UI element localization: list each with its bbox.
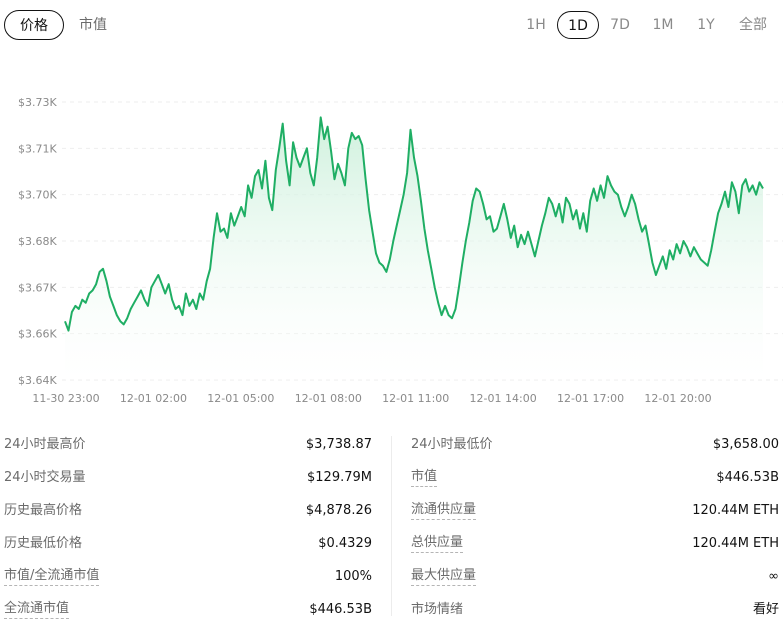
x-tick-label: 12-01 08:00 xyxy=(295,392,362,405)
range-1m[interactable]: 1M xyxy=(646,11,680,39)
stat-row-right: 最大供应量 ∞ xyxy=(411,567,779,587)
tab-price[interactable]: 价格 xyxy=(4,10,64,40)
stat-value: 100% xyxy=(334,569,372,584)
price-chart[interactable]: $3.64K $3.66K $3.67K $3.68K $3.70K $3.71K $3.7… xyxy=(0,80,783,420)
range-1h[interactable]: 1H xyxy=(520,11,552,39)
stat-label: 市场情绪 xyxy=(411,602,464,617)
stat-value: $3,738.87 xyxy=(305,437,372,452)
range-1d[interactable]: 1D xyxy=(557,11,599,39)
stat-label: 历史最高价格 xyxy=(4,503,83,518)
y-tick-label: $3.66K xyxy=(18,328,57,341)
stat-label[interactable]: 全流通市值 xyxy=(4,600,70,619)
stat-value: 120.44M ETH xyxy=(692,503,779,518)
stat-value: $446.53B xyxy=(309,602,372,617)
y-tick-label: $3.64K xyxy=(18,374,57,387)
y-tick-label: $3.71K xyxy=(18,142,57,155)
stat-value: 看好 xyxy=(752,602,779,617)
stat-row-left: 历史最低价格 $0.4329 xyxy=(4,534,372,554)
stat-label[interactable]: 最大供应量 xyxy=(411,567,477,586)
stat-value: 120.44M ETH xyxy=(692,536,779,551)
chart-header: 价格 市值 1H 1D 7D 1M 1Y 全部 xyxy=(0,0,783,52)
stat-value: $3,658.00 xyxy=(712,437,779,452)
stat-row-left: 历史最高价格 $4,878.26 xyxy=(4,501,372,521)
stat-row-left: 全流通市值 $446.53B xyxy=(4,600,372,620)
stat-value: $129.79M xyxy=(307,470,372,485)
y-tick-label: $3.67K xyxy=(18,281,57,294)
x-tick-label: 12-01 20:00 xyxy=(644,392,711,405)
y-tick-label: $3.70K xyxy=(18,189,57,202)
stat-row-left: 市值/全流通市值 100% xyxy=(4,567,372,587)
stat-row-right: 市值 $446.53B xyxy=(411,468,779,488)
y-tick-label: $3.73K xyxy=(18,96,57,109)
stats-divider xyxy=(391,436,392,616)
x-tick-label: 12-01 11:00 xyxy=(382,392,449,405)
x-tick-label: 11-30 23:00 xyxy=(32,392,99,405)
stat-label[interactable]: 市值/全流通市值 xyxy=(4,567,100,586)
range-7d[interactable]: 7D xyxy=(604,11,636,39)
stat-row-right: 流通供应量 120.44M ETH xyxy=(411,501,779,521)
stat-value: $446.53B xyxy=(716,470,779,485)
tab-market-cap[interactable]: 市值 xyxy=(70,10,116,40)
stat-label: 24小时最低价 xyxy=(411,437,493,452)
stat-value: $4,878.26 xyxy=(305,503,372,518)
stat-row-right: 市场情绪 看好 xyxy=(411,600,779,620)
stat-row-right: 24小时最低价 $3,658.00 xyxy=(411,435,779,455)
stat-label[interactable]: 总供应量 xyxy=(411,534,464,553)
stat-value: ∞ xyxy=(768,569,779,584)
x-tick-label: 12-01 05:00 xyxy=(207,392,274,405)
stat-label: 24小时最高价 xyxy=(4,437,86,452)
stat-row-left: 24小时交易量 $129.79M xyxy=(4,468,372,488)
stat-row-right: 总供应量 120.44M ETH xyxy=(411,534,779,554)
stat-label[interactable]: 流通供应量 xyxy=(411,501,477,520)
x-tick-label: 12-01 14:00 xyxy=(470,392,537,405)
x-tick-label: 12-01 17:00 xyxy=(557,392,624,405)
range-1y[interactable]: 1Y xyxy=(690,11,722,39)
range-all[interactable]: 全部 xyxy=(732,11,774,39)
stat-row-left: 24小时最高价 $3,738.87 xyxy=(4,435,372,455)
y-tick-label: $3.68K xyxy=(18,235,57,248)
stat-label: 历史最低价格 xyxy=(4,536,83,551)
x-tick-label: 12-01 02:00 xyxy=(120,392,187,405)
stat-label: 24小时交易量 xyxy=(4,470,86,485)
stat-value: $0.4329 xyxy=(318,536,372,551)
stat-label[interactable]: 市值 xyxy=(411,468,438,487)
